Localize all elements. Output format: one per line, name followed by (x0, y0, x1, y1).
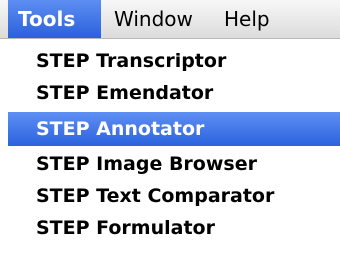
menu-help[interactable]: Help (214, 0, 298, 38)
menu-item-step-formulator[interactable]: STEP Formulator (8, 212, 340, 244)
menu-tools[interactable]: Tools (8, 0, 101, 38)
menu-item-step-annotator[interactable]: STEP Annotator (8, 112, 340, 146)
tools-dropdown-menu: STEP Transcriptor STEP Emendator STEP An… (8, 39, 340, 250)
menu-bar: Tools Window Help (0, 0, 340, 39)
menu-item-step-image-browser[interactable]: STEP Image Browser (8, 148, 340, 180)
menu-window[interactable]: Window (104, 0, 210, 38)
menu-item-step-emendator[interactable]: STEP Emendator (8, 77, 340, 109)
menu-item-step-text-comparator[interactable]: STEP Text Comparator (8, 180, 340, 212)
menu-item-step-transcriptor[interactable]: STEP Transcriptor (8, 45, 340, 77)
